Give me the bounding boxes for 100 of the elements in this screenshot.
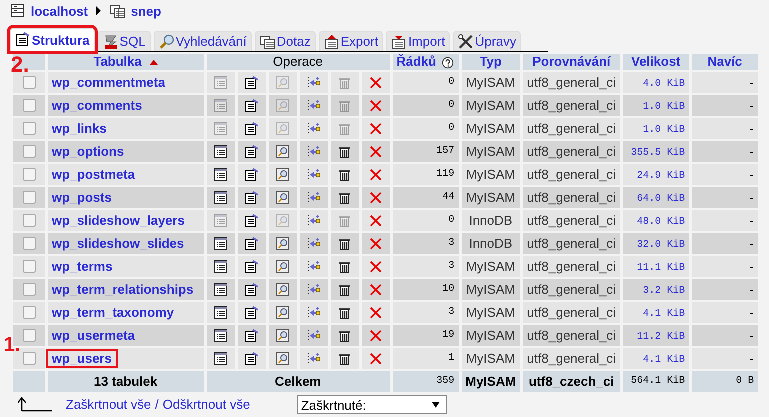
row-checkbox[interactable] <box>22 99 36 112</box>
browse-icon[interactable] <box>214 352 228 366</box>
browse-icon[interactable] <box>214 260 228 274</box>
search-icon[interactable] <box>276 190 290 204</box>
tab[interactable]: Import <box>386 31 450 51</box>
browse-icon[interactable] <box>214 168 228 182</box>
trash-icon[interactable] <box>338 306 352 320</box>
row-checkbox[interactable] <box>22 329 36 342</box>
breadcrumb-link[interactable]: localhost <box>31 4 88 18</box>
insert-row-icon[interactable] <box>306 122 321 136</box>
insert-row-icon[interactable] <box>306 98 321 112</box>
structure-icon[interactable] <box>244 236 259 250</box>
row-checkbox[interactable] <box>22 76 36 89</box>
insert-row-icon[interactable] <box>306 306 321 320</box>
row-checkbox[interactable] <box>22 191 36 204</box>
insert-row-icon[interactable] <box>306 282 321 296</box>
search-icon[interactable] <box>276 282 290 296</box>
browse-icon[interactable] <box>214 144 228 158</box>
delete-cross-icon[interactable] <box>368 168 383 182</box>
column-header[interactable]: Tabulka <box>48 54 204 70</box>
browse-icon[interactable] <box>214 190 228 204</box>
trash-icon[interactable] <box>338 352 352 366</box>
delete-cross-icon[interactable] <box>368 214 383 228</box>
row-checkbox[interactable] <box>22 168 36 181</box>
structure-icon[interactable] <box>244 190 259 204</box>
table-name-link[interactable]: wp_users <box>46 349 118 368</box>
delete-cross-icon[interactable] <box>368 236 383 250</box>
structure-icon[interactable] <box>244 260 259 274</box>
delete-cross-icon[interactable] <box>368 306 383 320</box>
insert-row-icon[interactable] <box>306 168 321 182</box>
browse-icon[interactable] <box>214 282 228 296</box>
delete-cross-icon[interactable] <box>368 190 383 204</box>
insert-row-icon[interactable] <box>306 190 321 204</box>
row-checkbox[interactable] <box>22 214 36 227</box>
insert-row-icon[interactable] <box>306 236 321 250</box>
structure-icon[interactable] <box>244 144 259 158</box>
column-header[interactable]: Řádků <box>392 54 459 70</box>
search-icon[interactable] <box>276 168 290 182</box>
trash-icon[interactable] <box>338 328 352 342</box>
browse-icon[interactable] <box>214 328 228 342</box>
column-header[interactable]: Porovnávání <box>523 54 620 70</box>
insert-row-icon[interactable] <box>306 260 321 274</box>
structure-icon[interactable] <box>244 306 259 320</box>
insert-row-icon[interactable] <box>306 328 321 342</box>
trash-icon[interactable] <box>338 236 352 250</box>
row-checkbox[interactable] <box>22 283 36 296</box>
structure-icon[interactable] <box>244 328 259 342</box>
trash-icon[interactable] <box>338 260 352 274</box>
column-header[interactable]: Navíc <box>692 54 758 70</box>
trash-icon[interactable] <box>338 144 352 158</box>
trash-icon[interactable] <box>338 168 352 182</box>
tab[interactable]: Dotaz <box>254 31 316 51</box>
delete-cross-icon[interactable] <box>368 352 383 366</box>
search-icon[interactable] <box>276 328 290 342</box>
delete-cross-icon[interactable] <box>368 260 383 274</box>
delete-cross-icon[interactable] <box>368 282 383 296</box>
delete-cross-icon[interactable] <box>368 76 383 90</box>
structure-icon[interactable] <box>244 214 259 228</box>
row-checkbox[interactable] <box>22 237 36 250</box>
insert-row-icon[interactable] <box>306 214 321 228</box>
browse-icon[interactable] <box>214 306 228 320</box>
trash-icon[interactable] <box>338 190 352 204</box>
insert-row-icon[interactable] <box>306 352 321 366</box>
help-icon[interactable] <box>442 56 454 69</box>
row-checkbox[interactable] <box>22 352 36 365</box>
search-icon[interactable] <box>276 306 290 320</box>
insert-row-icon[interactable] <box>306 76 321 90</box>
delete-cross-icon[interactable] <box>368 122 383 136</box>
structure-icon[interactable] <box>244 282 259 296</box>
column-header[interactable]: Velikost <box>623 54 690 70</box>
delete-cross-icon[interactable] <box>368 98 383 112</box>
column-header[interactable]: Operace <box>206 54 390 70</box>
row-checkbox[interactable] <box>22 306 36 319</box>
insert-row-icon[interactable] <box>306 144 321 158</box>
search-icon[interactable] <box>276 260 290 274</box>
tab[interactable]: Vyhledávání <box>154 31 252 51</box>
structure-icon[interactable] <box>244 98 259 112</box>
delete-cross-icon[interactable] <box>368 328 383 342</box>
uncheck-all-link[interactable]: Odškrtnout vše <box>162 396 250 412</box>
delete-cross-icon[interactable] <box>368 144 383 158</box>
breadcrumb-link[interactable]: snep <box>131 4 162 18</box>
check-all-link[interactable]: Zaškrtnout vše <box>66 396 152 412</box>
trash-icon[interactable] <box>338 282 352 296</box>
structure-icon[interactable] <box>244 122 259 136</box>
with-selected-dropdown[interactable]: Zaškrtnuté: <box>297 394 448 414</box>
search-icon[interactable] <box>276 236 290 250</box>
tab[interactable]: Úpravy <box>453 31 522 51</box>
search-icon[interactable] <box>276 352 290 366</box>
search-icon[interactable] <box>276 144 290 158</box>
tab[interactable]: Export <box>318 31 384 51</box>
row-checkbox[interactable] <box>22 260 36 273</box>
tab[interactable]: SQL <box>98 31 151 51</box>
structure-icon[interactable] <box>244 168 259 182</box>
structure-icon[interactable] <box>244 352 259 366</box>
structure-icon[interactable] <box>244 76 259 90</box>
row-checkbox[interactable] <box>22 145 36 158</box>
column-header[interactable]: Typ <box>462 54 520 70</box>
browse-icon[interactable] <box>214 236 228 250</box>
row-checkbox[interactable] <box>22 122 36 135</box>
collation-cell: utf8_general_ci <box>523 141 620 162</box>
